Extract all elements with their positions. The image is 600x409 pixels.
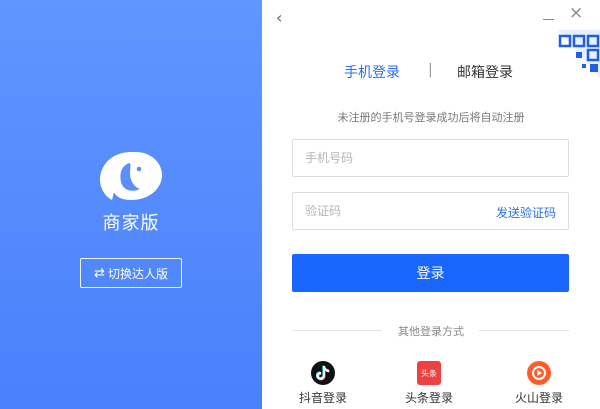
back-icon[interactable]: ‹ <box>276 8 282 27</box>
bird-logo-icon <box>100 152 162 200</box>
brand-panel: 商家版 ⇄ 切换达人版 <box>0 0 262 409</box>
phone-field <box>292 139 569 177</box>
toutiao-icon: 头条 <box>417 361 441 385</box>
auto-register-notice: 未注册的手机号登录成功后将自动注册 <box>337 111 525 124</box>
tab-email-login[interactable]: 邮箱登录 <box>457 62 513 82</box>
toutiao-login-label: 头条登录 <box>404 391 453 405</box>
switch-to-creator-button[interactable]: ⇄ 切换达人版 <box>80 258 182 288</box>
huoshan-icon <box>527 361 551 385</box>
douyin-login-label: 抖音登录 <box>298 391 347 405</box>
login-tabs: 手机登录 | 邮箱登录 <box>262 62 600 84</box>
send-code-button[interactable]: 发送验证码 <box>496 204 556 221</box>
close-icon[interactable]: × <box>569 3 583 23</box>
login-button[interactable]: 登录 <box>292 254 569 292</box>
douyin-icon <box>311 361 335 385</box>
other-login-title: 其他登录方式 <box>398 325 464 338</box>
brand-name: 商家版 <box>102 213 160 234</box>
tab-phone-login[interactable]: 手机登录 <box>344 62 400 82</box>
verification-code-input[interactable] <box>293 193 483 229</box>
login-panel: ‹ × 手机登录 | 邮箱登录 未注册的手机号登录成功后将自动注册 发送验证码 … <box>262 0 600 409</box>
swap-arrows-icon: ⇄ <box>94 265 105 281</box>
tab-divider: | <box>428 62 433 78</box>
switch-button-label: 切换达人版 <box>107 266 168 281</box>
minimize-icon[interactable] <box>543 10 555 22</box>
phone-input[interactable] <box>293 140 563 176</box>
code-field: 发送验证码 <box>292 192 569 230</box>
huoshan-login-label: 火山登录 <box>514 391 563 405</box>
divider-right <box>479 330 569 331</box>
